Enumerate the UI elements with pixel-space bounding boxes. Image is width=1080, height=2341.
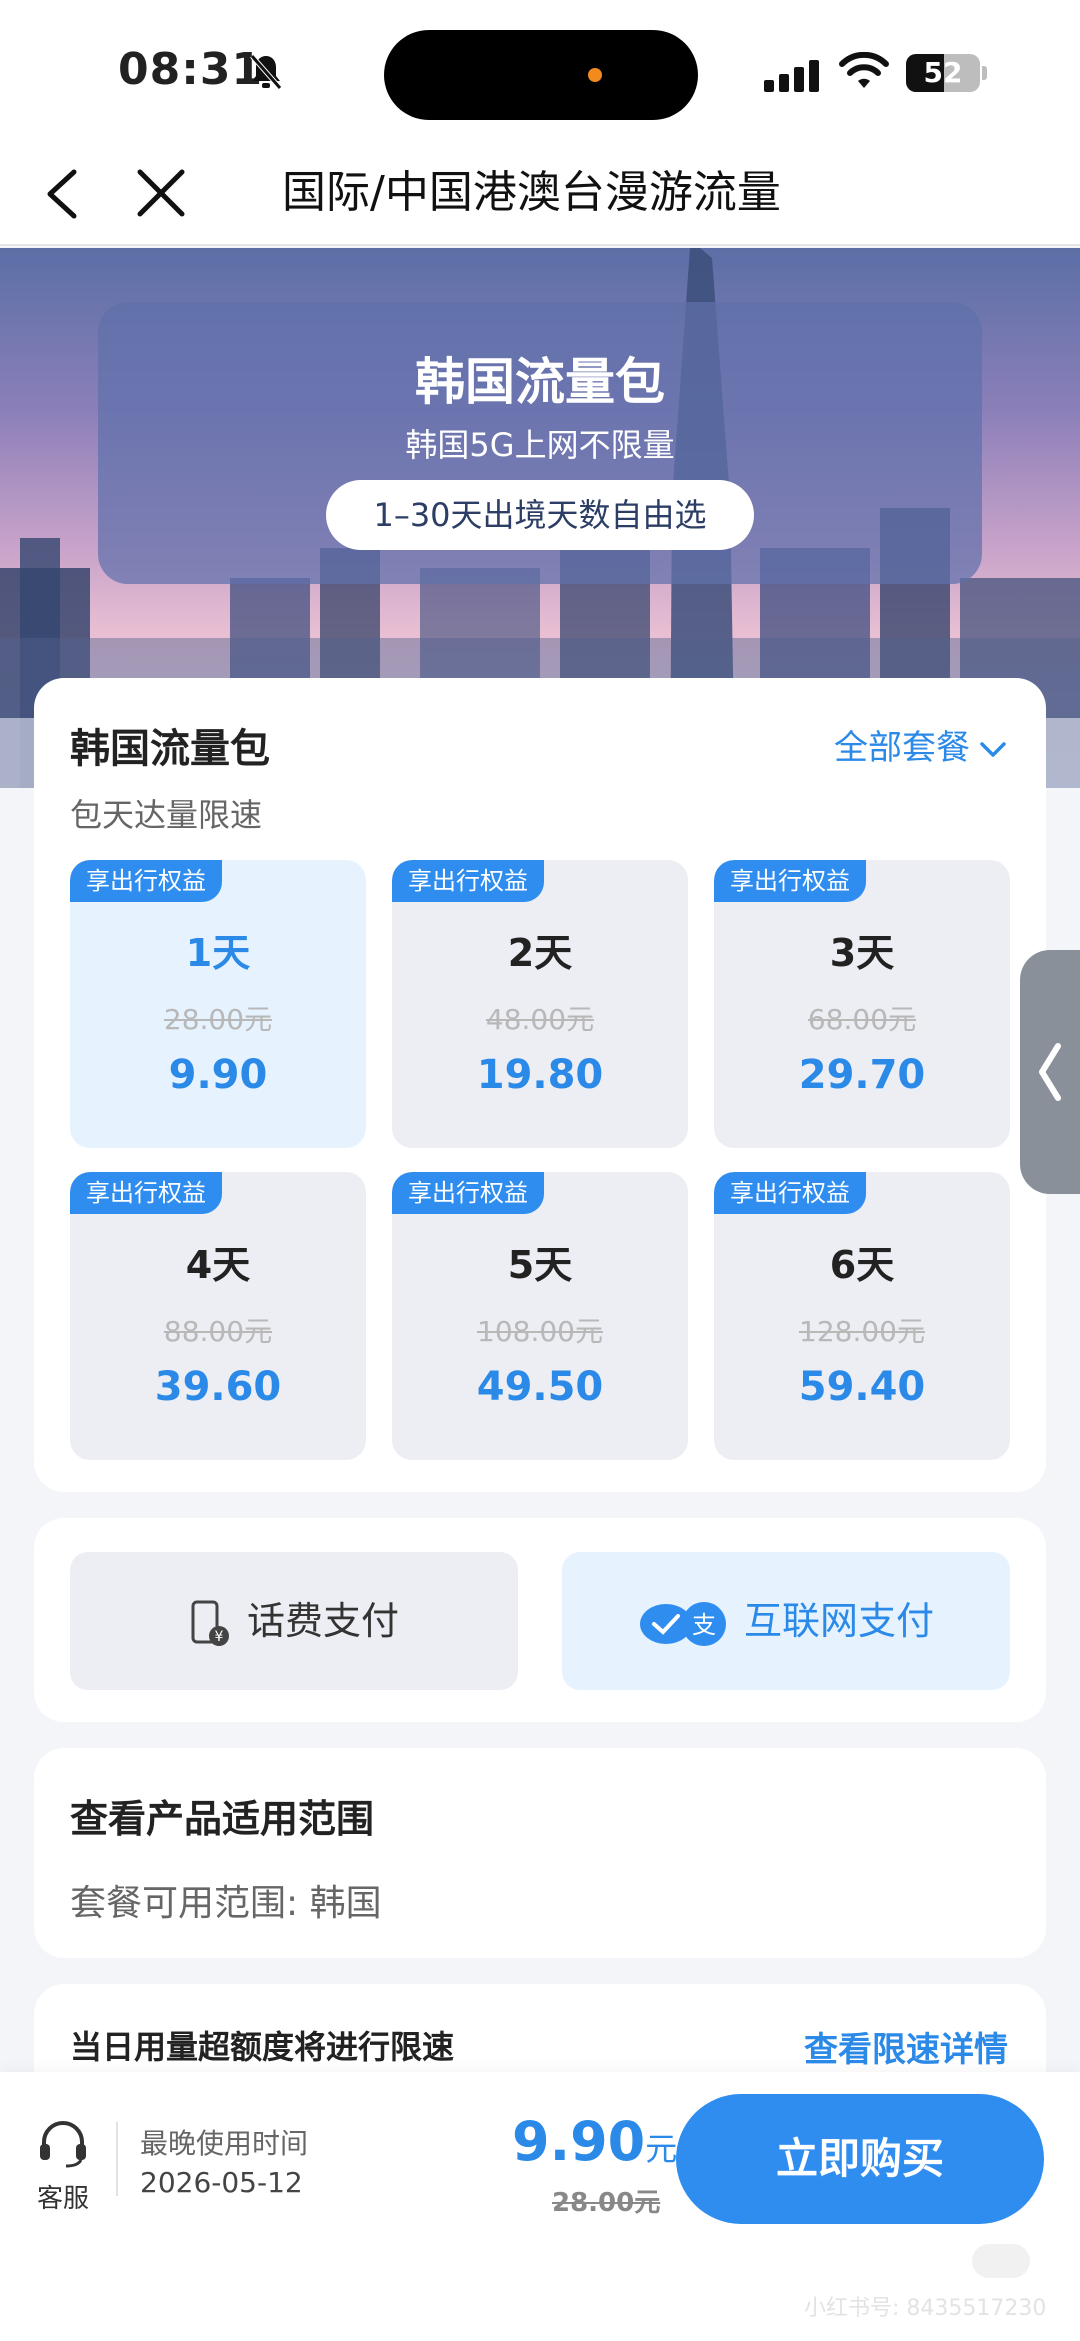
- current-price: 9.90元: [512, 2110, 677, 2173]
- benefit-tag: 享出行权益: [392, 860, 544, 902]
- deadline-date: 2026-05-12: [140, 2166, 303, 2199]
- package-days: 5天: [507, 1243, 573, 1287]
- clock: 08:31: [118, 44, 264, 95]
- bell-muted-icon: [250, 54, 282, 90]
- banner-subtitle: 韩国5G上网不限量: [405, 426, 675, 464]
- scope-title: 查看产品适用范围: [70, 1797, 375, 1841]
- payment-method-card: ¥ 话费支付 支 互联网支付: [34, 1518, 1046, 1722]
- package-price: 19.80: [476, 1052, 604, 1098]
- package-option-2[interactable]: 享出行权益 2天 48.00元 19.80: [392, 860, 688, 1148]
- package-days: 4天: [185, 1243, 251, 1287]
- cellular-signal-icon: [764, 58, 820, 92]
- package-subtitle: 包天达量限速: [70, 796, 263, 834]
- phone-bill-pay-label: 话费支付: [246, 1599, 399, 1643]
- chevron-left-icon: [1039, 1043, 1061, 1101]
- scope-text: 套餐可用范围: 韩国: [70, 1883, 382, 1924]
- package-price: 59.40: [798, 1364, 926, 1410]
- all-plans-label: 全部套餐: [834, 728, 970, 768]
- customer-service-label: 客服: [36, 2184, 89, 2214]
- benefit-tag: 享出行权益: [392, 1172, 544, 1214]
- package-original-price: 48.00元: [485, 1003, 595, 1036]
- close-icon[interactable]: [132, 164, 190, 222]
- package-days: 3天: [829, 931, 895, 975]
- watermark-badge: [972, 2244, 1030, 2278]
- original-price: 28.00元: [552, 2188, 661, 2218]
- back-icon[interactable]: [36, 164, 90, 224]
- package-original-price: 108.00元: [477, 1315, 603, 1348]
- benefit-tag: 享出行权益: [70, 1172, 222, 1214]
- deadline-label: 最晚使用时间: [140, 2127, 309, 2160]
- banner-title: 韩国流量包: [415, 353, 665, 411]
- nav-bar: 国际/中国港澳台漫游流量: [0, 140, 1080, 246]
- headset-icon: [40, 2121, 86, 2168]
- svg-text:¥: ¥: [215, 1629, 224, 1645]
- package-card: 韩国流量包 包天达量限速 全部套餐 享出行权益 1天 28.00元 9.90 享…: [34, 678, 1046, 1492]
- price-unit: 元: [645, 2130, 678, 2168]
- phone-bill-pay-button[interactable]: ¥ 话费支付: [70, 1552, 518, 1690]
- package-option-5[interactable]: 享出行权益 5天 108.00元 49.50: [392, 1172, 688, 1460]
- speed-limit-details-link[interactable]: 查看限速详情: [804, 2022, 1008, 2071]
- package-option-1[interactable]: 享出行权益 1天 28.00元 9.90: [70, 860, 366, 1148]
- page-title: 国际/中国港澳台漫游流量: [282, 167, 781, 218]
- divider: [116, 2122, 118, 2196]
- chevron-down-icon: [980, 741, 1006, 757]
- battery-level: 52: [923, 56, 963, 89]
- buy-now-button[interactable]: 立即购买: [676, 2094, 1044, 2224]
- package-option-6[interactable]: 享出行权益 6天 128.00元 59.40: [714, 1172, 1010, 1460]
- svg-text:支: 支: [692, 1611, 716, 1639]
- package-original-price: 88.00元: [163, 1315, 273, 1348]
- battery-icon: 52: [906, 54, 980, 92]
- package-price: 49.50: [476, 1364, 604, 1410]
- benefit-tag: 享出行权益: [714, 860, 866, 902]
- internet-pay-button[interactable]: 支 互联网支付: [562, 1552, 1010, 1690]
- package-price: 39.60: [154, 1364, 282, 1410]
- promo-banner: 韩国流量包 韩国5G上网不限量 1–30天出境天数自由选: [98, 302, 982, 584]
- wechat-alipay-icon: 支: [639, 1601, 726, 1646]
- customer-service-button[interactable]: 客服: [30, 2118, 96, 2215]
- status-bar: 08:31 52: [0, 0, 1080, 140]
- package-price: 9.90: [168, 1052, 268, 1098]
- wifi-icon: [839, 52, 889, 88]
- watermark-text: 小红书号: 8435517230: [804, 2296, 1047, 2321]
- speed-limit-note: 当日用量超额度将进行限速: [70, 2028, 455, 2066]
- dynamic-island: [384, 30, 698, 120]
- package-days: 6天: [829, 1243, 895, 1287]
- banner-pill: 1–30天出境天数自由选: [326, 480, 754, 550]
- package-days: 1天: [185, 931, 251, 975]
- internet-pay-label: 互联网支付: [743, 1599, 934, 1643]
- package-original-price: 68.00元: [807, 1003, 917, 1036]
- package-days: 2天: [507, 931, 573, 975]
- package-option-4[interactable]: 享出行权益 4天 88.00元 39.60: [70, 1172, 366, 1460]
- side-drawer-tab[interactable]: [1020, 950, 1080, 1194]
- phone-bill-icon: ¥: [191, 1600, 229, 1646]
- current-price-value: 9.90: [512, 2110, 646, 2173]
- package-price: 29.70: [798, 1052, 926, 1098]
- package-title: 韩国流量包: [70, 726, 270, 772]
- product-scope-card[interactable]: 查看产品适用范围 套餐可用范围: 韩国: [34, 1748, 1046, 1958]
- benefit-tag: 享出行权益: [714, 1172, 866, 1214]
- all-plans-link[interactable]: 全部套餐: [834, 720, 1008, 769]
- benefit-tag: 享出行权益: [70, 860, 222, 902]
- package-original-price: 28.00元: [163, 1003, 273, 1036]
- package-option-3[interactable]: 享出行权益 3天 68.00元 29.70: [714, 860, 1010, 1148]
- package-original-price: 128.00元: [799, 1315, 925, 1348]
